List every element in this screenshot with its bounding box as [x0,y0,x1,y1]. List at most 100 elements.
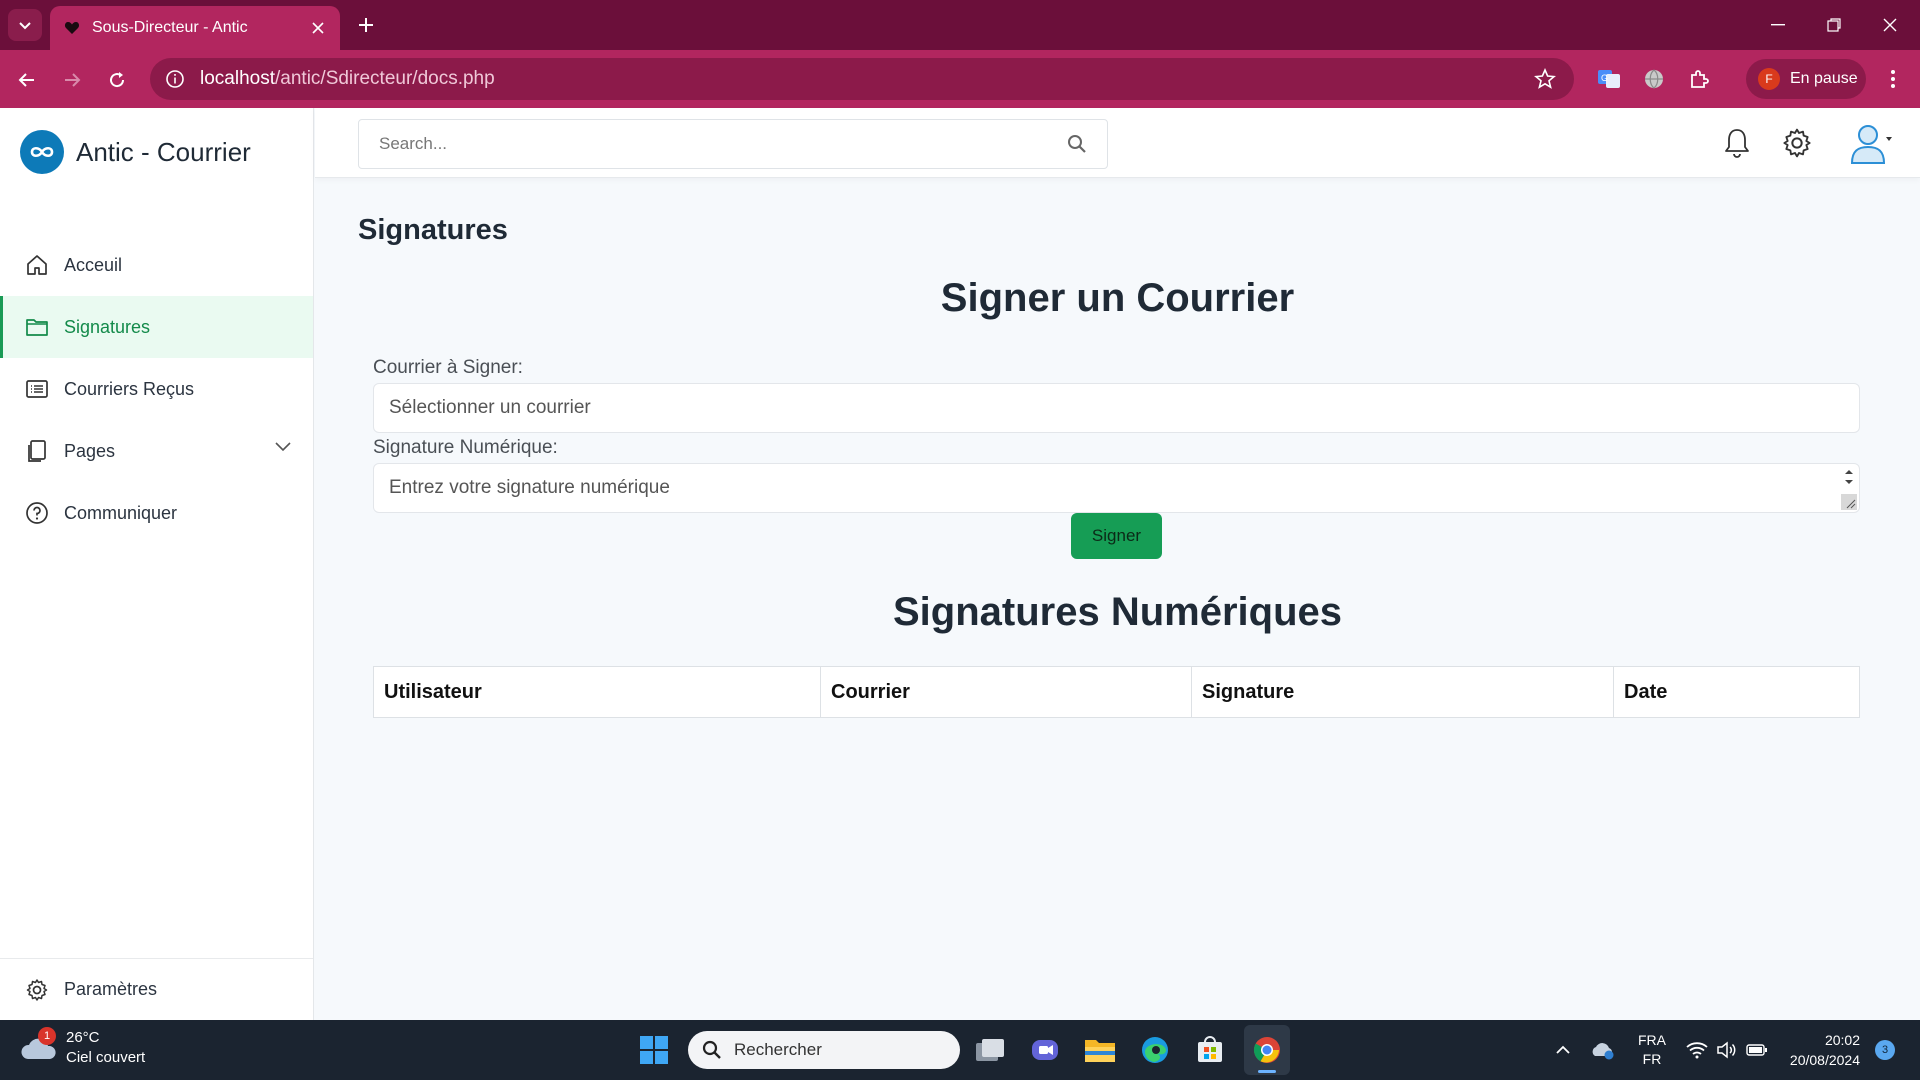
address-bar[interactable]: localhost/antic/Sdirecteur/docs.php [150,58,1574,100]
browser-tab[interactable]: Sous-Directeur - Antic [50,6,340,50]
sidebar-item-pages[interactable]: Pages [0,420,313,482]
site-info-icon [166,70,184,88]
arrow-left-icon [18,73,34,87]
sidebar-item-label: Acceuil [64,254,123,275]
wifi-icon[interactable] [1682,1020,1712,1080]
sidebar-item-courriers-recus[interactable]: Courriers Reçus [0,358,313,420]
home-icon [24,252,50,278]
user-avatar-icon [1850,125,1892,164]
url-host: localhost [200,68,275,89]
cloud-weather-icon: 1 [20,1027,58,1067]
reload-icon [110,72,125,88]
sidebar-item-communiquer[interactable]: Communiquer [0,482,313,544]
input-language-indicator[interactable]: FRA FR [1632,1020,1672,1080]
file-explorer-icon[interactable] [1080,1030,1120,1070]
windows-start-icon[interactable] [634,1030,674,1070]
translate-extension-icon[interactable]: G [1596,66,1622,92]
onedrive-icon[interactable] [1588,1020,1618,1080]
user-menu-button[interactable] [1841,125,1901,164]
courrier-select-value: Sélectionner un courrier [389,397,591,418]
column-header-courrier: Courrier [821,667,1192,717]
signature-placeholder: Entrez votre signature numérique [389,477,670,498]
edge-browser-icon[interactable] [1135,1030,1175,1070]
system-clock[interactable]: 20:02 20/08/2024 [1780,1030,1860,1070]
brand-name: Antic - Courrier [76,136,251,167]
courrier-label: Courrier à Signer: [373,357,523,378]
profile-button[interactable]: F En pause [1746,59,1866,99]
browser-toolbar: localhost/antic/Sdirecteur/docs.php G F … [0,50,1920,108]
volume-icon[interactable] [1712,1020,1742,1080]
restore-icon [1827,18,1841,32]
search-icon[interactable] [1067,134,1087,154]
chrome-icon[interactable] [1247,1030,1287,1070]
sidebar-item-label: Signatures [64,316,151,337]
signatures-table: Utilisateur Courrier Signature Date [373,666,1860,718]
tab-close-icon[interactable] [308,18,328,38]
sidebar-item-acceuil[interactable]: Acceuil [0,234,313,296]
reload-button[interactable] [102,65,132,95]
close-icon [1883,18,1897,32]
gear-icon [1783,128,1811,158]
taskbar-search[interactable]: Rechercher [688,1031,960,1069]
svg-text:G: G [1601,73,1608,83]
weather-widget[interactable]: 1 26°C Ciel couvert [20,1027,146,1068]
notifications-button[interactable] [1719,125,1755,161]
clock-time: 20:02 [1824,1032,1860,1048]
clock-date: 20/08/2024 [1789,1052,1860,1068]
tab-search-button[interactable] [8,9,42,41]
help-circle-icon [24,500,50,526]
minimize-icon [1771,24,1785,26]
sidebar-item-parametres[interactable]: Paramètres [0,958,313,1020]
minimize-button[interactable] [1748,0,1808,50]
temperature: 26°C [66,1029,100,1046]
page-title: Signatures [358,214,508,246]
sidebar-item-label: Communiquer [64,502,178,523]
back-button[interactable] [12,65,42,95]
search-input[interactable] [359,120,1049,168]
more-vertical-icon [1891,70,1895,88]
tray-overflow-chevron-icon[interactable] [1548,1020,1578,1080]
window-close-button[interactable] [1860,0,1920,50]
signature-textarea[interactable]: Entrez votre signature numérique [373,463,1860,513]
pages-icon [24,438,50,464]
teams-chat-icon[interactable] [1025,1030,1065,1070]
infinity-logo-icon [20,130,64,174]
new-tab-button[interactable] [352,11,380,39]
battery-icon[interactable] [1742,1020,1772,1080]
form-title: Signer un Courrier [940,276,1295,320]
column-header-signature: Signature [1192,667,1614,717]
weather-badge: 1 [38,1027,56,1045]
resize-handle-icon[interactable] [1841,466,1857,510]
forward-button[interactable] [57,65,87,95]
sidebar-item-label: Paramètres [64,979,158,999]
folder-icon [24,314,50,340]
settings-button[interactable] [1779,125,1815,161]
search-box [358,119,1108,169]
gear-icon [24,977,50,1003]
globe-extension-icon[interactable] [1641,66,1667,92]
profile-status: En pause [1790,70,1858,87]
sidebar-item-label: Pages [64,440,116,461]
column-header-date: Date [1624,680,1668,703]
task-view-icon[interactable] [970,1030,1010,1070]
sign-button[interactable]: Signer [1071,513,1162,559]
browser-menu-button[interactable] [1880,66,1906,92]
microsoft-store-icon[interactable] [1190,1030,1230,1070]
plus-icon [359,18,373,32]
brand[interactable]: Antic - Courrier [20,130,251,174]
profile-avatar: F [1758,68,1780,90]
extensions-puzzle-icon[interactable] [1686,66,1712,92]
signatures-table-title: Signatures Numériques [892,590,1342,634]
url-text: localhost/antic/Sdirecteur/docs.php [200,68,495,90]
chevron-down-icon[interactable] [275,442,291,452]
notification-count-badge[interactable]: 3 [1875,1040,1895,1060]
weather-description: Ciel couvert [66,1049,146,1066]
restore-button[interactable] [1804,0,1864,50]
language-code: FRA [1638,1032,1666,1048]
app-header [315,108,1920,178]
courrier-select[interactable]: Sélectionner un courrier [373,383,1860,433]
app-sidebar: Antic - Courrier Acceuil Signatures Cour… [0,108,314,1020]
main-content: Signatures Signer un Courrier Courrier à… [315,178,1920,1020]
sidebar-item-signatures[interactable]: Signatures [0,296,313,358]
list-icon [24,376,50,402]
